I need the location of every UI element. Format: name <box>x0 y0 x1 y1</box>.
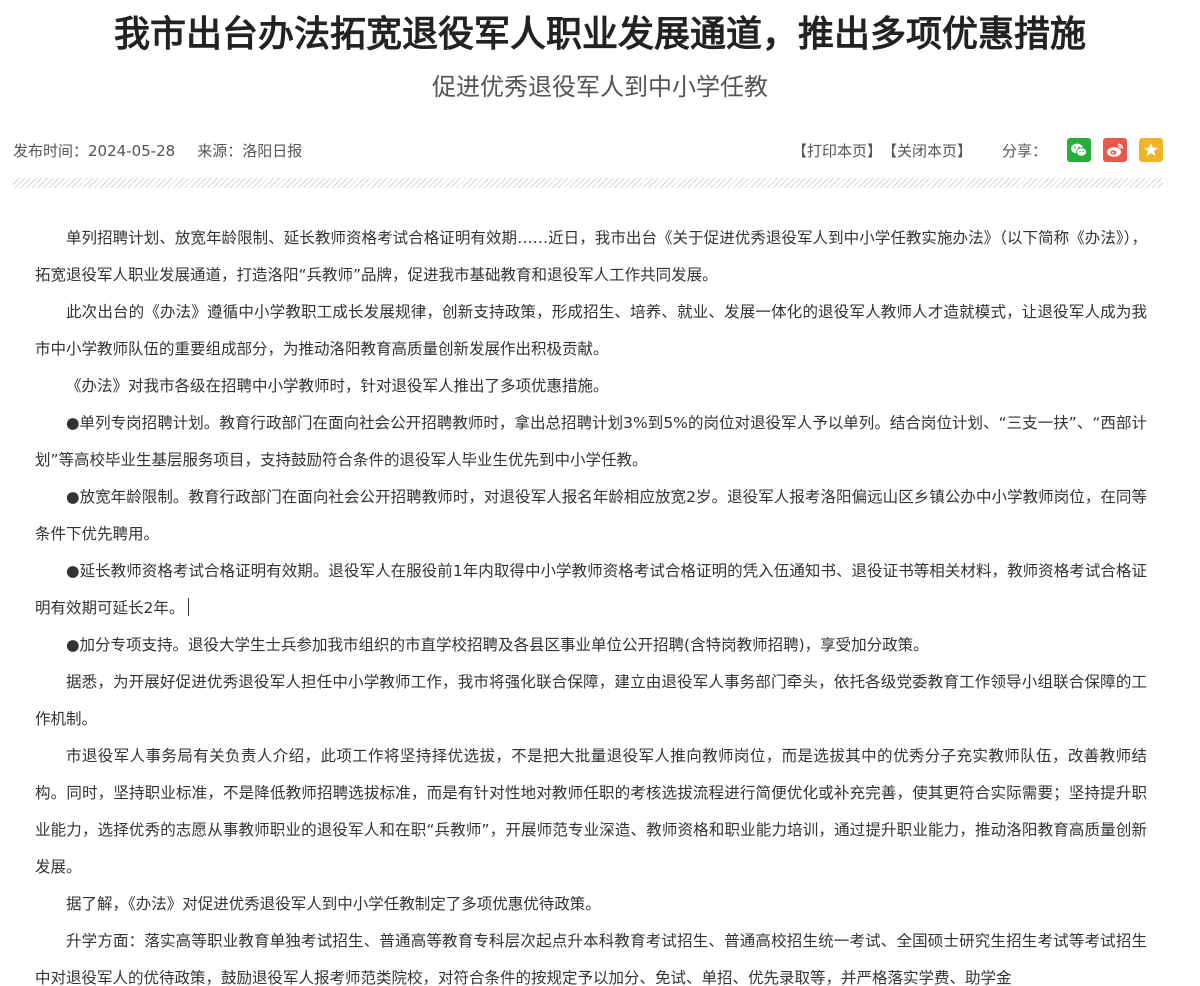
article-paragraph: 据悉，为开展好促进优秀退役军人担任中小学教师工作，我市将强化联合保障，建立由退役… <box>35 673 1147 728</box>
article-paragraph: 升学方面：落实高等职业教育单独考试招生、普通高等教育专科层次起点升本科教育考试招… <box>35 932 1147 986</box>
text-cursor <box>188 598 190 616</box>
article-subtitle: 促进优秀退役军人到中小学任教 <box>432 73 768 101</box>
article-paragraph: ●单列专岗招聘计划。教育行政部门在面向社会公开招聘教师时，拿出总招聘计划3%到5… <box>35 414 1147 469</box>
close-page-link[interactable]: 【关闭本页】 <box>882 140 972 161</box>
article-paragraph: 单列招聘计划、放宽年龄限制、延长教师资格考试合格证明有效期……近日，我市出台《关… <box>35 229 1147 284</box>
article-title: 我市出台办法拓宽退役军人职业发展通道，推出多项优惠措施 <box>113 14 1086 55</box>
share-weibo-button[interactable] <box>1103 138 1127 162</box>
article-body: 单列招聘计划、放宽年龄限制、延长教师资格考试合格证明有效期……近日，我市出台《关… <box>35 220 1147 986</box>
article-page: 我市出台办法拓宽退役军人职业发展通道，推出多项优惠措施 促进优秀退役军人到中小学… <box>0 0 1200 986</box>
article-meta-bar: 发布时间：2024-05-28 来源：洛阳日报 【打印本页】 【关闭本页】 分享… <box>13 133 1163 167</box>
share-wechat-button[interactable] <box>1067 138 1091 162</box>
star-icon <box>1144 143 1158 156</box>
paragraph-text: ●延长教师资格考试合格证明有效期。退役军人在服役前1年内取得中小学教师资格考试合… <box>35 562 1147 617</box>
print-page-link[interactable]: 【打印本页】 <box>792 140 882 161</box>
article-paragraph: ●加分专项支持。退役大学生士兵参加我市组织的市直学校招聘及各县区事业单位公开招聘… <box>66 636 929 654</box>
article-actions: 【打印本页】 【关闭本页】 分享： <box>792 138 1163 162</box>
article-paragraph: 《办法》对我市各级在招聘中小学教师时，针对退役军人推出了多项优惠措施。 <box>66 377 609 395</box>
share-label: 分享： <box>1001 141 1047 160</box>
article-paragraph: ●延长教师资格考试合格证明有效期。退役军人在服役前1年内取得中小学教师资格考试合… <box>35 553 1147 627</box>
wechat-icon <box>1071 143 1087 157</box>
publish-time: 发布时间：2024-05-28 <box>13 141 176 160</box>
article-paragraph: 市退役军人事务局有关负责人介绍，此项工作将坚持择优选拔，不是把大批量退役军人推向… <box>35 747 1147 876</box>
article-paragraph: 据了解，《办法》对促进优秀退役军人到中小学任教制定了多项优惠优待政策。 <box>66 895 601 913</box>
article-meta: 发布时间：2024-05-28 来源：洛阳日报 <box>13 140 302 161</box>
dotted-divider <box>13 178 1163 188</box>
article-paragraph: ●放宽年龄限制。教育行政部门在面向社会公开招聘教师时，对退役军人报名年龄相应放宽… <box>35 488 1147 543</box>
article-paragraph: 此次出台的《办法》遵循中小学教职工成长发展规律，创新支持政策，形成招生、培养、就… <box>35 303 1147 358</box>
share-favorite-button[interactable] <box>1139 138 1163 162</box>
article-source: 来源：洛阳日报 <box>197 141 303 160</box>
weibo-icon <box>1107 143 1124 157</box>
